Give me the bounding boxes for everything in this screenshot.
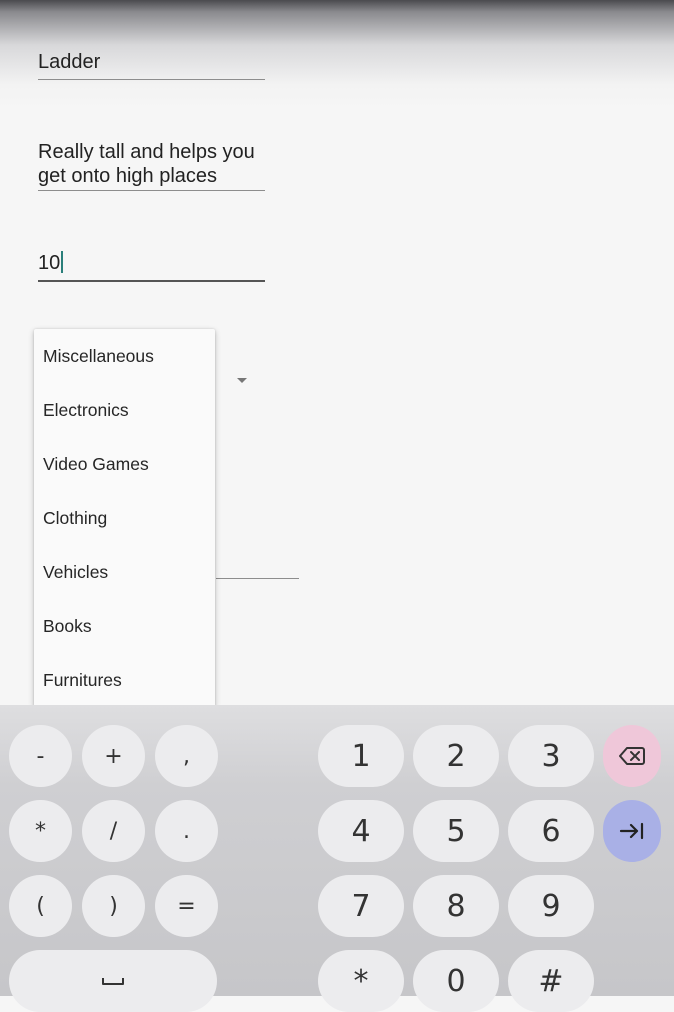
space-key[interactable] — [9, 950, 217, 1012]
key-1[interactable]: 1 — [318, 725, 404, 787]
backspace-button[interactable] — [603, 725, 661, 787]
key-close-paren[interactable]: ) — [82, 875, 145, 937]
price-field[interactable]: 10 — [38, 251, 265, 282]
key-0[interactable]: 0 — [413, 950, 499, 1012]
key-6[interactable]: 6 — [508, 800, 594, 862]
dropdown-item-miscellaneous[interactable]: Miscellaneous — [34, 329, 215, 383]
key-open-paren[interactable]: ( — [9, 875, 72, 937]
key-period[interactable]: . — [155, 800, 218, 862]
key-equals[interactable]: = — [155, 875, 218, 937]
name-field[interactable]: Ladder — [38, 50, 265, 80]
key-asterisk[interactable]: * — [9, 800, 72, 862]
dropdown-arrow-icon[interactable] — [237, 378, 247, 383]
description-field-value: Really tall and helps you get onto high … — [38, 141, 255, 187]
key-comma[interactable]: , — [155, 725, 218, 787]
category-dropdown-menu: Miscellaneous Electronics Video Games Cl… — [34, 329, 215, 707]
dropdown-item-books[interactable]: Books — [34, 599, 215, 653]
dropdown-item-video-games[interactable]: Video Games — [34, 437, 215, 491]
key-slash[interactable]: / — [82, 800, 145, 862]
key-minus[interactable]: - — [9, 725, 72, 787]
dropdown-item-vehicles[interactable]: Vehicles — [34, 545, 215, 599]
field-underline — [216, 578, 299, 579]
key-2[interactable]: 2 — [413, 725, 499, 787]
next-button[interactable] — [603, 800, 661, 862]
key-7[interactable]: 7 — [318, 875, 404, 937]
tab-right-icon — [619, 822, 644, 840]
text-cursor — [61, 251, 64, 273]
key-hash[interactable]: # — [508, 950, 594, 1012]
space-bar-icon — [102, 978, 124, 985]
key-5[interactable]: 5 — [413, 800, 499, 862]
dropdown-item-electronics[interactable]: Electronics — [34, 383, 215, 437]
name-field-value: Ladder — [38, 51, 101, 73]
backspace-icon — [619, 747, 645, 765]
key-star[interactable]: * — [318, 950, 404, 1012]
numeric-keyboard: - + , 1 2 3 * / . 4 5 6 ( ) = 7 8 9 * 0 … — [0, 705, 674, 1012]
key-3[interactable]: 3 — [508, 725, 594, 787]
dropdown-item-clothing[interactable]: Clothing — [34, 491, 215, 545]
key-4[interactable]: 4 — [318, 800, 404, 862]
key-9[interactable]: 9 — [508, 875, 594, 937]
price-field-value: 10 — [38, 252, 61, 274]
dropdown-item-furnitures[interactable]: Furnitures — [34, 653, 215, 707]
key-plus[interactable]: + — [82, 725, 145, 787]
description-field[interactable]: Really tall and helps you get onto high … — [38, 140, 265, 191]
key-8[interactable]: 8 — [413, 875, 499, 937]
